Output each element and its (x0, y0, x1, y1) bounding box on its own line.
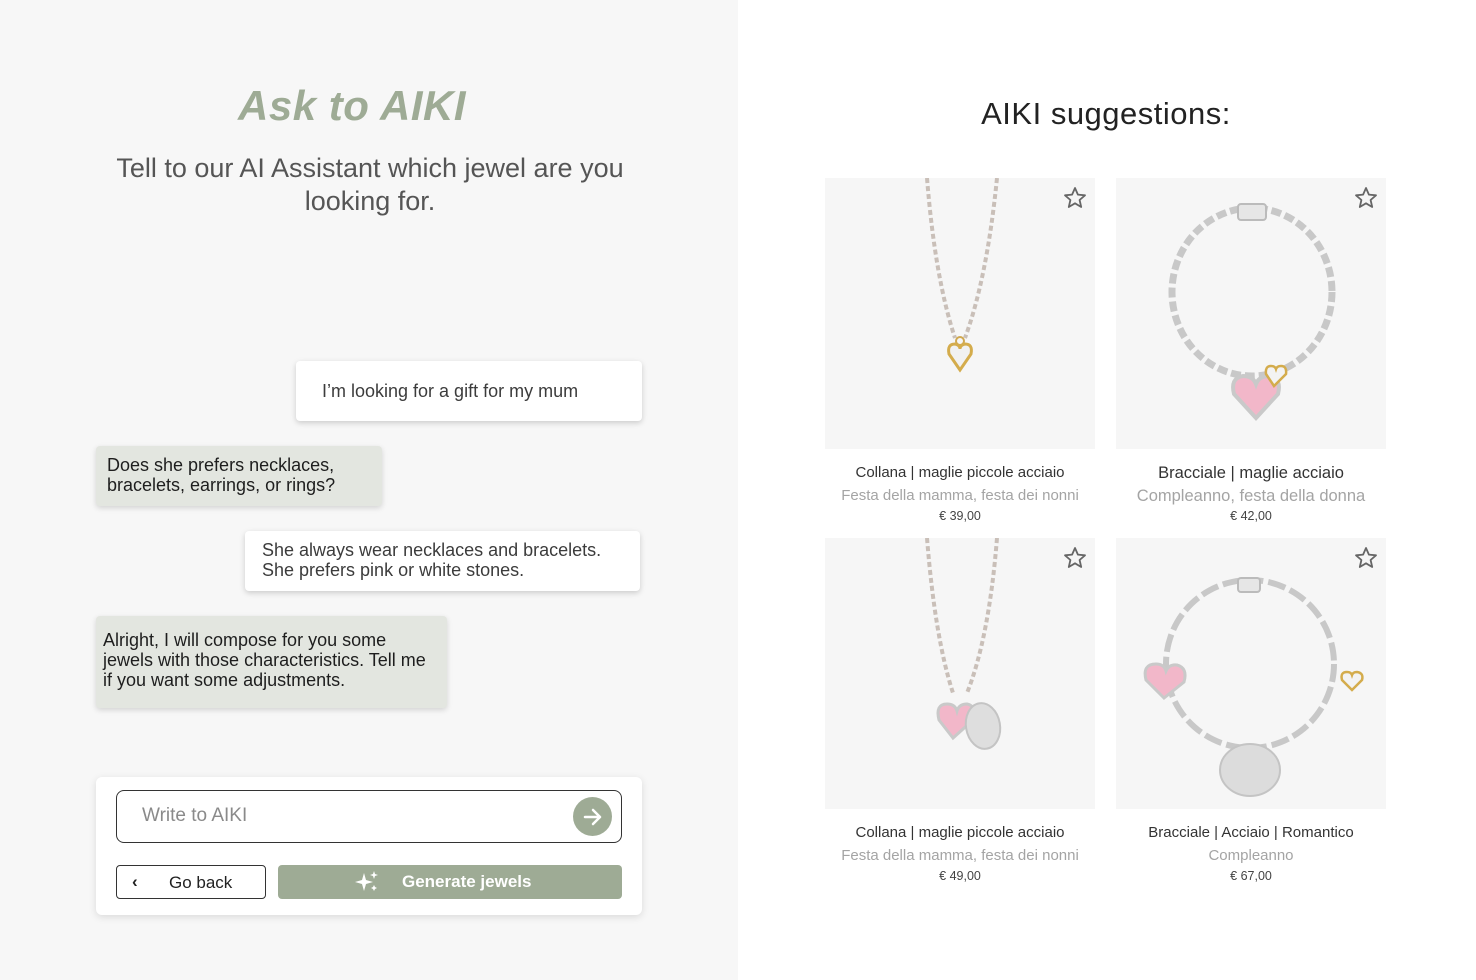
chat-panel: Ask to AIKI Tell to our AI Assistant whi… (0, 0, 738, 980)
product-image[interactable] (1116, 178, 1386, 449)
generate-jewels-button[interactable]: Generate jewels (278, 865, 622, 899)
product-name[interactable]: Bracciale | maglie acciaio (1116, 464, 1386, 483)
chat-subtitle: Tell to our AI Assistant which jewel are… (116, 153, 624, 216)
message-composer: ‹ Go back Generate jewels (96, 777, 642, 915)
message-text: She always wear necklaces and bracelets.… (262, 540, 602, 580)
message-text: Does she prefers necklaces, bracelets, e… (107, 455, 336, 495)
product-price: € 67,00 (1230, 869, 1272, 883)
chevron-left-icon: ‹ (132, 872, 138, 891)
product-name[interactable]: Collana | maglie piccole acciaio (825, 464, 1095, 481)
message-input[interactable] (142, 801, 562, 831)
ai-message: Alright, I will compose for you some jew… (96, 616, 447, 708)
go-back-button[interactable]: ‹ Go back (116, 865, 266, 899)
favorite-star-icon[interactable] (1063, 186, 1087, 215)
necklace-image (925, 178, 999, 373)
generate-jewels-label: Generate jewels (402, 872, 532, 891)
ai-message: Does she prefers necklaces, bracelets, e… (96, 446, 382, 506)
bracelet-image (1143, 577, 1364, 797)
product-price: € 49,00 (939, 869, 981, 883)
product-occasion: Compleanno, festa della donna (1136, 487, 1366, 505)
suggestions-title: AIKI suggestions: (981, 96, 1231, 131)
favorite-star-icon[interactable] (1354, 546, 1378, 575)
user-message: I’m looking for a gift for my mum (296, 361, 642, 421)
message-input-box[interactable] (116, 790, 622, 843)
send-button[interactable] (573, 797, 612, 836)
bracelet-image (1168, 203, 1336, 421)
necklace-image (925, 538, 1002, 750)
favorite-star-icon[interactable] (1063, 546, 1087, 575)
message-text: I’m looking for a gift for my mum (322, 381, 579, 401)
chat-title: Ask to AIKI (238, 82, 466, 129)
product-price: € 39,00 (939, 509, 981, 523)
message-text: Alright, I will compose for you some jew… (103, 630, 426, 690)
product-occasion: Festa della mamma, festa dei nonni (841, 847, 1079, 864)
product-image[interactable] (825, 178, 1095, 449)
favorite-star-icon[interactable] (1354, 186, 1378, 215)
product-image[interactable] (825, 538, 1095, 809)
product-name[interactable]: Collana | maglie piccole acciaio (825, 824, 1095, 841)
product-image[interactable] (1116, 538, 1386, 809)
go-back-label: Go back (169, 873, 233, 892)
product-price: € 42,00 (1230, 509, 1272, 523)
arrow-right-icon (583, 808, 601, 825)
user-message: She always wear necklaces and bracelets.… (245, 531, 640, 591)
product-occasion: Festa della mamma, festa dei nonni (841, 487, 1079, 504)
sparkles-icon (355, 871, 378, 891)
product-name[interactable]: Bracciale | Acciaio | Romantico (1116, 824, 1386, 841)
product-occasion: Compleanno (1208, 847, 1294, 864)
